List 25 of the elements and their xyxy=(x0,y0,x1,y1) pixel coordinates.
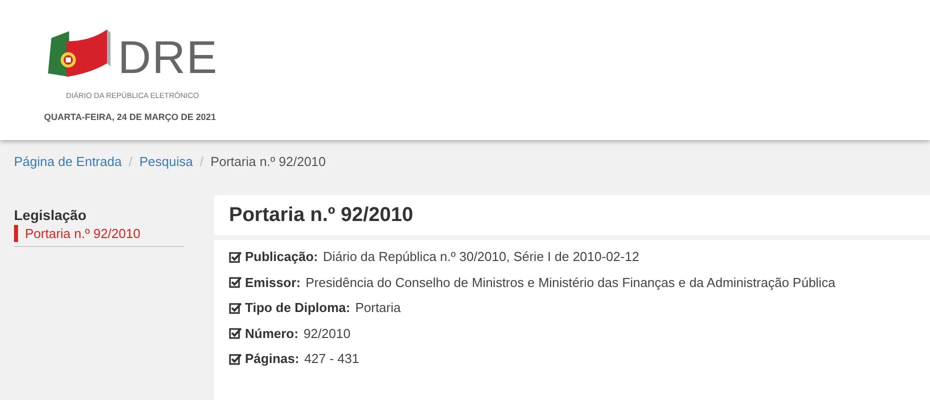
sidebar-item[interactable]: Portaria n.º 92/2010 xyxy=(14,225,184,242)
field-label: Emissor: xyxy=(245,274,301,290)
field-value: Portaria xyxy=(355,300,401,316)
field-value: 92/2010 xyxy=(303,326,350,341)
field-label: Publicação: xyxy=(245,249,318,264)
field-value: Diário da República n.º 30/2010, Série I de 2010-02-12 xyxy=(322,249,640,264)
field-value: 427 - 431 xyxy=(304,351,360,366)
field-label: Tipo de Diploma: xyxy=(245,300,350,316)
field-value: Presidência do Conselho de Ministros e Ministério das Finanças e da Administração Pública xyxy=(306,274,836,290)
checkbox-icon xyxy=(229,250,242,263)
date-text: QUARTA-FEIRA, 24 DE MARÇO DE 2021 xyxy=(44,112,217,122)
breadcrumb-current: Portaria n.º 92/2010 xyxy=(210,154,326,169)
breadcrumb-link[interactable]: Página de Entrada xyxy=(14,154,122,169)
breadcrumb-link[interactable]: Pesquisa xyxy=(139,154,193,169)
breadcrumb-separator: / xyxy=(200,154,204,169)
field-label: Número: xyxy=(245,326,298,341)
checkbox-icon xyxy=(229,302,242,314)
checkbox-icon xyxy=(229,352,242,365)
document-title: Portaria n.º 92/2010 xyxy=(229,203,414,228)
logo-wordmark: DRE xyxy=(118,35,218,79)
sidebar-heading: Legislação xyxy=(14,207,88,223)
breadcrumb-separator: / xyxy=(128,154,132,169)
checkbox-icon xyxy=(229,327,242,340)
field-label: Páginas: xyxy=(245,351,300,366)
checkbox-icon xyxy=(229,276,242,288)
